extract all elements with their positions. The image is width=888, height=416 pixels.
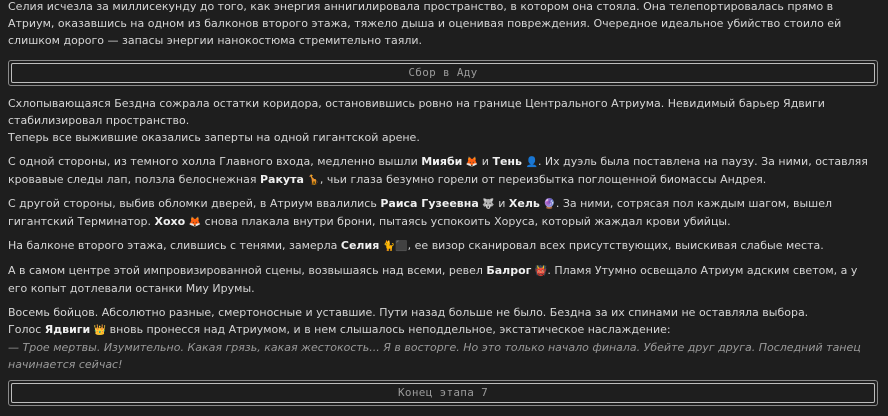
crystal-ball-icon: 🔮 <box>543 199 556 210</box>
ogre-icon: 👹 <box>534 266 548 277</box>
character-name: Мияби <box>421 155 463 168</box>
character-name: Хель <box>508 197 540 210</box>
section-start-label: Сбор в Аду <box>11 63 875 83</box>
wolf-icon: 🐺 <box>482 199 495 210</box>
paragraph-doors: С другой стороны, выбив обломки дверей, … <box>8 195 880 231</box>
text-run: и <box>494 197 509 210</box>
text-run: А в самом центре этой импровизированной … <box>8 264 487 277</box>
character-name: Раиса Гузеевна <box>380 197 479 210</box>
section-end-label: Конец этапа 7 <box>11 383 875 403</box>
cat-icon: 🐈 <box>382 241 396 252</box>
text-run: снова плакала внутри брони, пытаясь успо… <box>201 215 731 228</box>
text-run: и <box>478 155 493 168</box>
text-run: вновь пронесся над Атриумом, и в нем слы… <box>106 323 671 336</box>
yadviga-quote: Трое мертвы. Изумительно. Какая грязь, к… <box>8 341 861 371</box>
character-name: Хохо <box>154 215 186 228</box>
abyss-line-1: Схлопывающаяся Бездна сожрала остатки ко… <box>8 97 825 127</box>
story-page: Селия исчезла за миллисекунду до того, к… <box>0 0 888 416</box>
character-name: Балрог <box>486 264 532 277</box>
paragraph-balrog: А в самом центре этой импровизированной … <box>8 262 880 297</box>
paragraph-balcony: На балконе второго этажа, слившись с тен… <box>8 237 880 255</box>
character-name: Ядвиги <box>44 323 91 336</box>
intro-text: Селия исчезла за миллисекунду до того, к… <box>8 0 842 47</box>
intro-paragraph: Селия исчезла за миллисекунду до того, к… <box>8 0 880 49</box>
fox-icon: 🦊 <box>188 217 202 228</box>
text-run: Голос <box>8 323 45 336</box>
character-name: Ракута <box>259 173 304 186</box>
abyss-line-2: Теперь все выжившие оказались заперты на… <box>8 131 420 144</box>
quote-dash: — <box>8 341 23 354</box>
text-run: С одной стороны, из темного холла Главно… <box>8 155 422 168</box>
giraffe-icon: 🦒 <box>307 175 320 186</box>
text-run: На балконе второго этажа, слившись с тен… <box>8 239 341 252</box>
section-start-divider: Сбор в Аду <box>8 60 878 86</box>
text-run: , чьи глаза безумно горели от переизбытк… <box>319 173 767 186</box>
paragraph-main-entrance: С одной стороны, из темного холла Главно… <box>8 153 880 189</box>
section-end-divider: Конец этапа 7 <box>8 380 878 406</box>
paragraph-abyss: Схлопывающаяся Бездна сожрала остатки ко… <box>8 95 880 146</box>
paragraph-finale: Восемь бойцов. Абсолютно разные, смертон… <box>8 304 880 373</box>
text-run: , ее визор сканировал всех присутствующи… <box>407 239 824 252</box>
text-run: С другой стороны, выбив обломки дверей, … <box>8 197 381 210</box>
black-square-icon: ⬛ <box>395 241 408 252</box>
character-name: Тень <box>492 155 522 168</box>
shadow-icon: 👤 <box>525 157 538 168</box>
fox-icon: 🦊 <box>465 157 479 168</box>
finale-line-1: Восемь бойцов. Абсолютно разные, смертон… <box>8 306 809 319</box>
character-name: Селия <box>340 239 380 252</box>
crown-icon: 👑 <box>93 325 107 336</box>
